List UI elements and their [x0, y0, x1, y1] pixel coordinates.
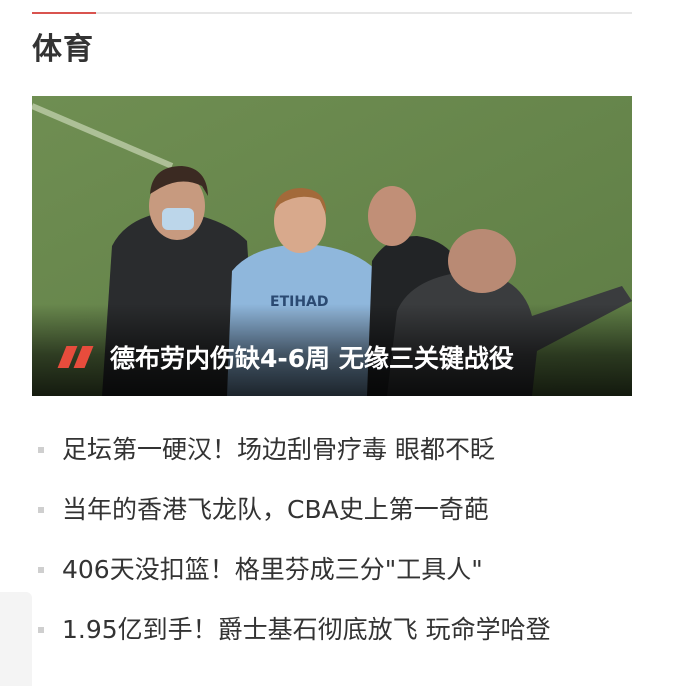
bullet-icon	[38, 567, 44, 573]
list-item: 1.95亿到手！爵士基石彻底放飞 玩命学哈登	[32, 600, 632, 660]
section-divider	[32, 12, 632, 14]
list-item: 当年的香港飞龙队，CBA史上第一奇葩	[32, 480, 632, 540]
news-list: 足坛第一硬汉！场边刮骨疗毒 眼都不眨 当年的香港飞龙队，CBA史上第一奇葩 40…	[32, 420, 632, 660]
news-link[interactable]: 当年的香港飞龙队，CBA史上第一奇葩	[62, 495, 489, 524]
list-item: 足坛第一硬汉！场边刮骨疗毒 眼都不眨	[32, 420, 632, 480]
section-title: 体育	[32, 32, 94, 67]
bullet-icon	[38, 627, 44, 633]
news-link[interactable]: 足坛第一硬汉！场边刮骨疗毒 眼都不眨	[62, 435, 495, 464]
section-divider-accent	[32, 12, 96, 14]
quote-icon	[57, 346, 98, 368]
hero-headline: 德布劳内伤缺4-6周 无缘三关键战役	[110, 344, 514, 373]
news-link[interactable]: 406天没扣篮！格里芬成三分"工具人"	[62, 555, 483, 584]
side-tab[interactable]	[0, 592, 32, 686]
bullet-icon	[38, 447, 44, 453]
hero-news-card[interactable]: ETIHAD 德布劳内伤缺4-6周 无缘三关键战役	[32, 96, 632, 396]
list-item: 406天没扣篮！格里芬成三分"工具人"	[32, 540, 632, 600]
news-link[interactable]: 1.95亿到手！爵士基石彻底放飞 玩命学哈登	[62, 615, 551, 644]
bullet-icon	[38, 507, 44, 513]
